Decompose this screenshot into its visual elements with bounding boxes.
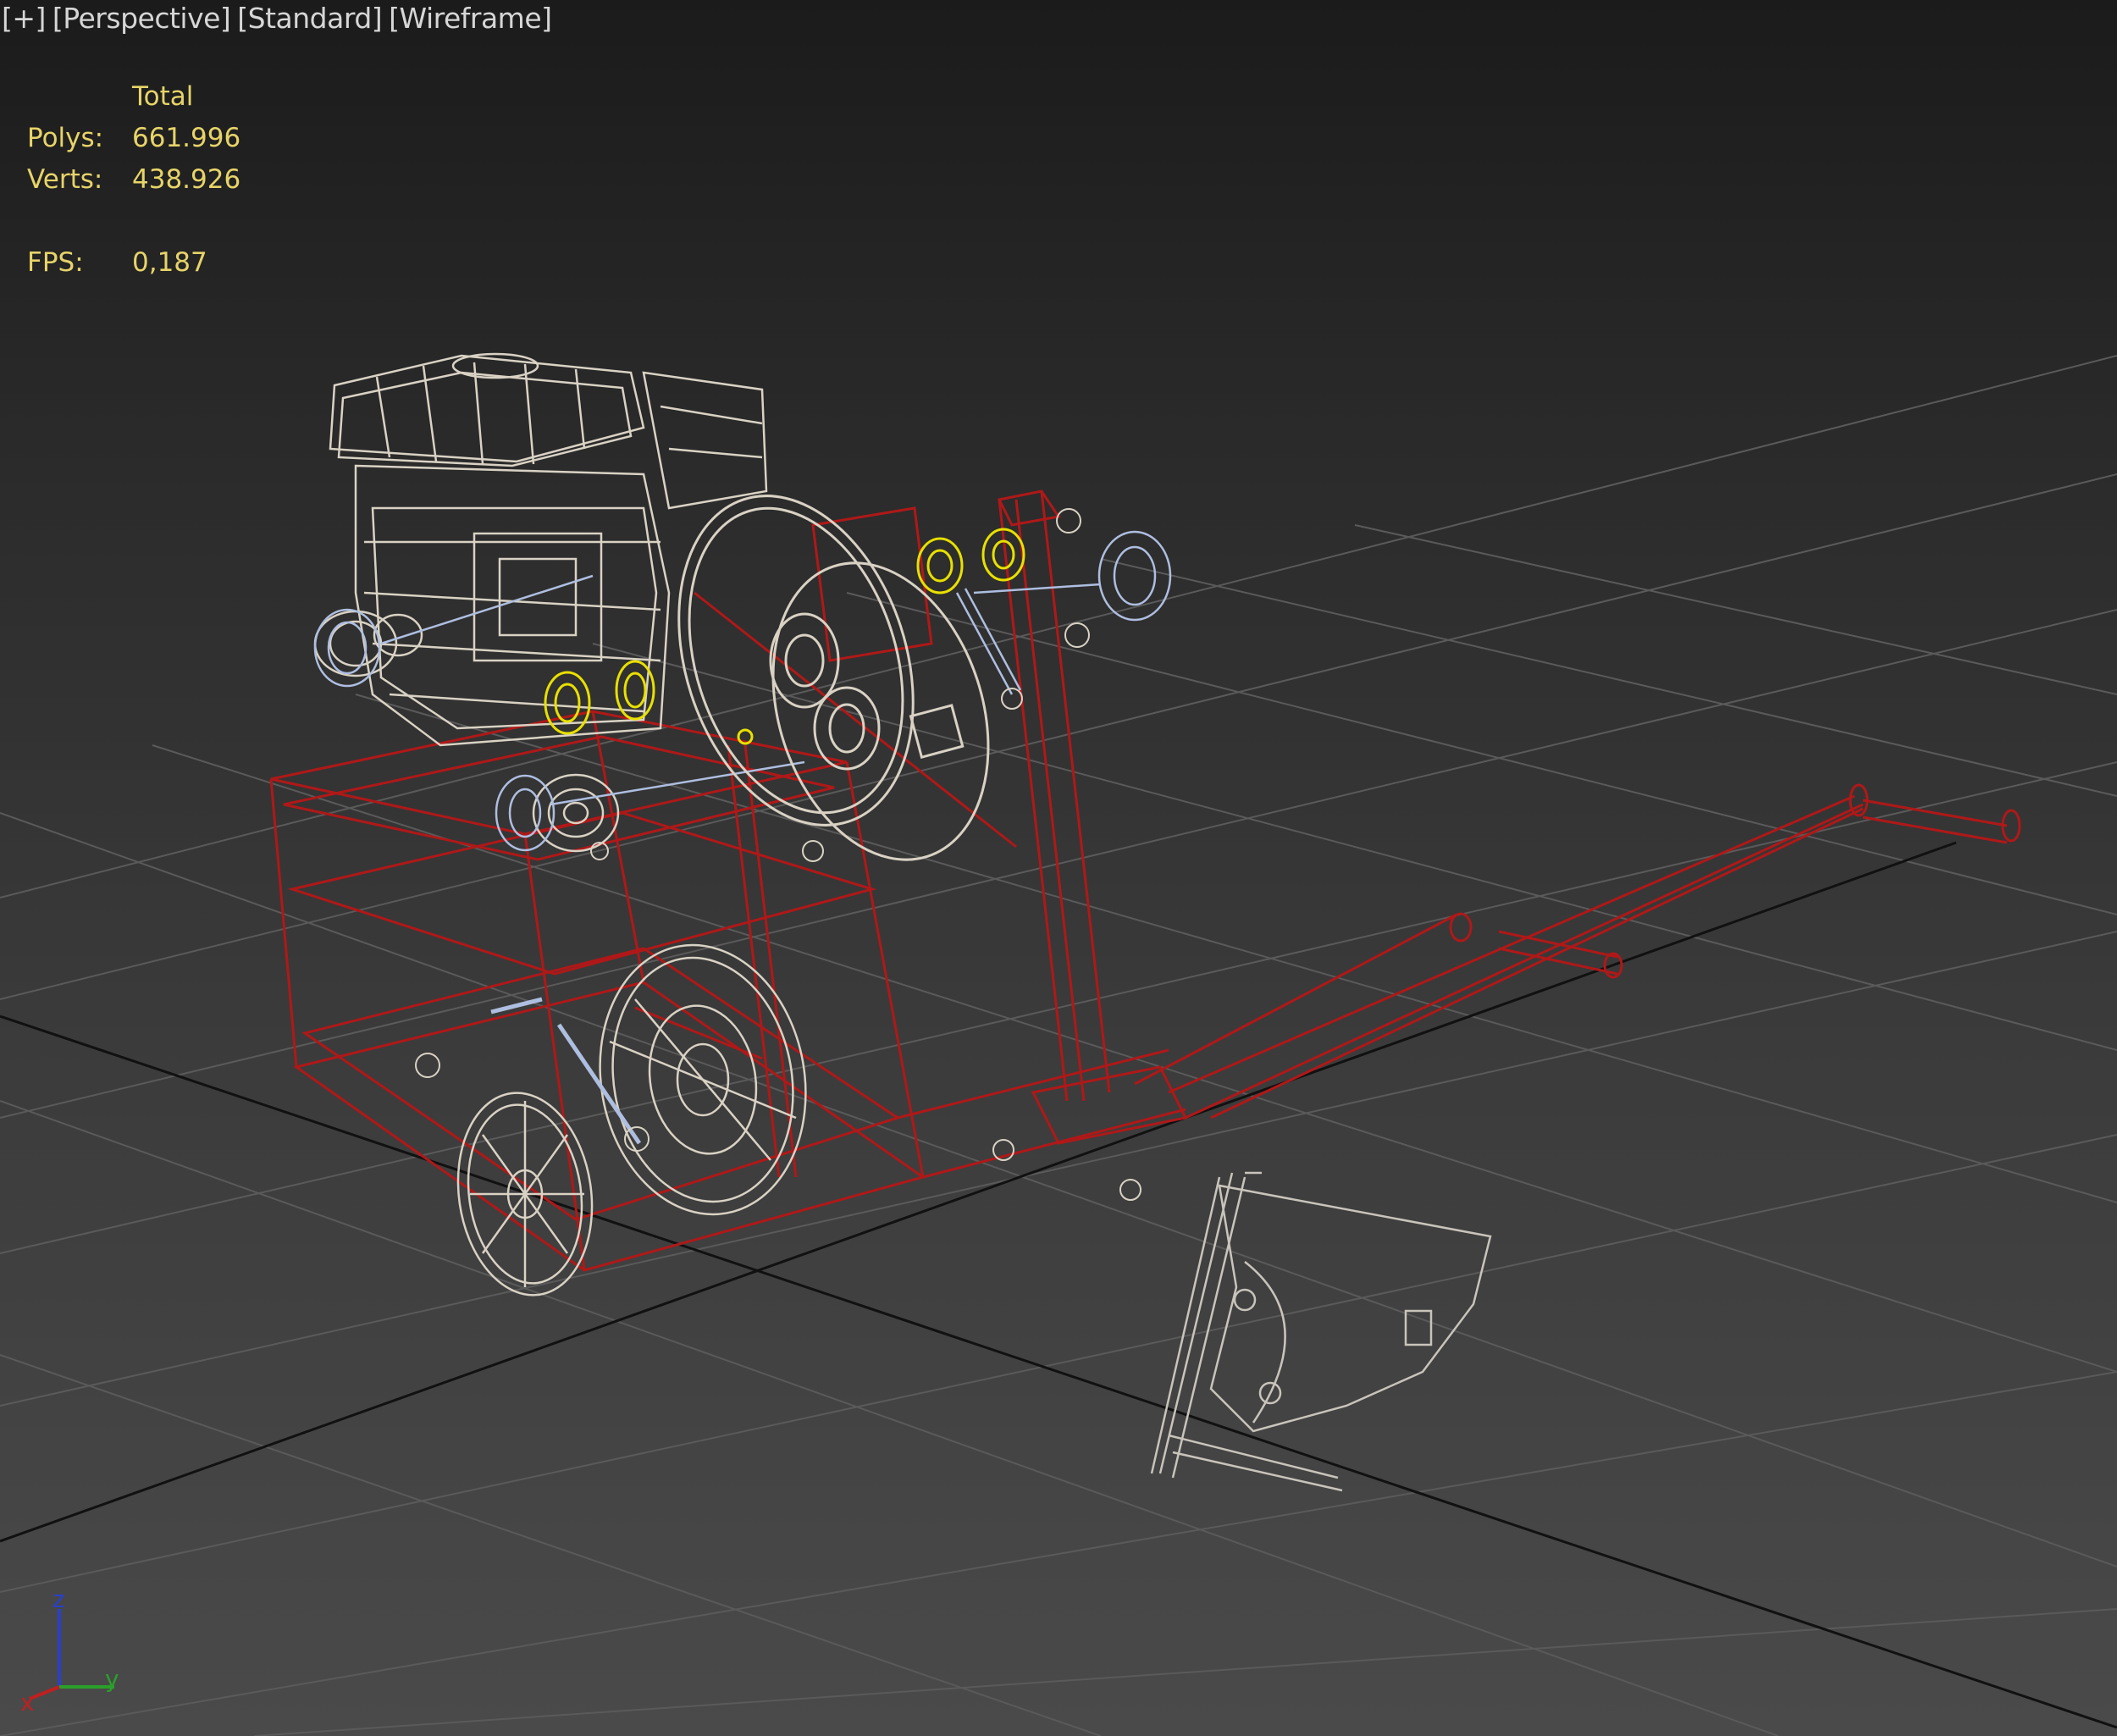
polys-label: Polys:	[27, 123, 104, 153]
fps-label: FPS:	[27, 247, 84, 278]
viewport-label-menu[interactable]: [+] [Perspective] [Standard] [Wireframe]	[2, 2, 552, 35]
fps-value: 0,187	[132, 247, 207, 278]
verts-label: Verts:	[27, 164, 103, 195]
axis-y-label: y	[105, 1665, 119, 1693]
home-grid	[0, 355, 2117, 1736]
perspective-viewport[interactable]: [+] [Perspective] [Standard] [Wireframe]…	[0, 0, 2117, 1736]
viewport-shading-preset-menu[interactable]: [Standard]	[237, 2, 382, 35]
axis-x-label: x	[20, 1689, 35, 1711]
stats-total-header: Total	[132, 81, 194, 112]
axis-gizmo: z y x	[20, 1592, 119, 1711]
viewport-shading-mode-menu[interactable]: [Wireframe]	[389, 2, 552, 35]
grid-axis-lines	[0, 841, 2117, 1729]
verts-value: 438.926	[132, 164, 241, 195]
pulley-blue[interactable]	[313, 530, 1172, 852]
scene-canvas[interactable]	[0, 0, 2117, 1736]
viewport-general-menu[interactable]: [+]	[2, 2, 46, 35]
chassis-frame[interactable]	[269, 489, 2021, 1272]
engine-block[interactable]	[313, 352, 768, 853]
viewport-point-of-view-menu[interactable]: [Perspective]	[53, 2, 231, 35]
polys-value: 661.996	[132, 123, 241, 153]
bolts	[415, 508, 1141, 1201]
flywheel[interactable]	[639, 466, 1025, 888]
axis-z-label: z	[53, 1592, 65, 1613]
